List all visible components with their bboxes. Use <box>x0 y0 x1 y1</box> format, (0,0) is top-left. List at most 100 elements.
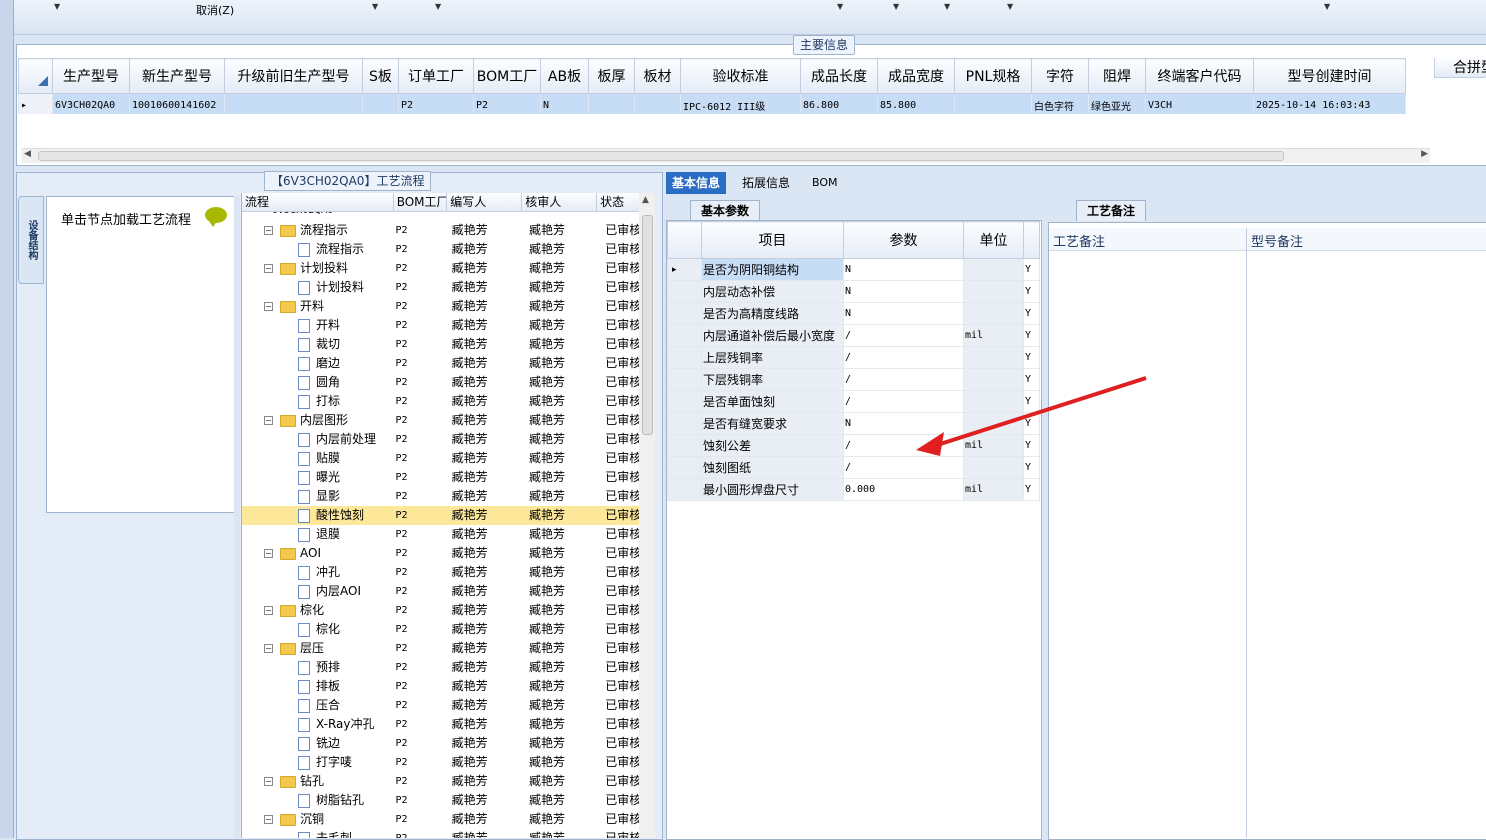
param-row[interactable]: 上层残铜率 / Y <box>667 346 1040 369</box>
col-writer[interactable]: 编写人 <box>447 193 523 211</box>
tree-node[interactable]: 棕化 <box>242 620 392 639</box>
row-header[interactable] <box>667 280 702 303</box>
tree-row[interactable]: 酸性蚀刻 P2 臧艳芳 臧艳芳 已审核 <box>242 506 640 525</box>
dropdown-arrow-icon[interactable]: ▼ <box>435 2 441 11</box>
table-cell[interactable] <box>224 93 363 114</box>
dropdown-arrow-icon[interactable]: ▼ <box>893 2 899 11</box>
col-item[interactable]: 项目 <box>701 221 844 259</box>
collapse-icon[interactable]: − <box>264 777 273 786</box>
param-row[interactable]: 是否为高精度线路 N Y <box>667 302 1040 325</box>
param-value[interactable]: 0.000 <box>843 478 964 501</box>
horizontal-scrollbar[interactable]: ◀ ▶ <box>22 148 1430 163</box>
row-header[interactable] <box>667 412 702 435</box>
tree-row[interactable]: − AOI P2 臧艳芳 臧艳芳 已审核 <box>242 544 640 563</box>
tree-row[interactable]: 树脂钻孔 P2 臧艳芳 臧艳芳 已审核 <box>242 791 640 810</box>
table-cell[interactable]: 2025-10-14 16:03:43 <box>1253 93 1406 114</box>
table-cell[interactable]: P2 <box>473 93 541 114</box>
col-header[interactable]: AB板 <box>540 58 589 94</box>
collapse-icon[interactable]: − <box>264 549 273 558</box>
tree-row[interactable]: 6V3CH02QA0 <box>242 212 640 221</box>
table-cell[interactable]: 6V3CH02QA0 <box>52 93 130 114</box>
scroll-up-icon[interactable]: ▲ <box>642 195 649 205</box>
tree-node[interactable]: 铣边 <box>242 734 392 753</box>
dropdown-arrow-icon[interactable]: ▼ <box>944 2 950 11</box>
tree-node[interactable]: 酸性蚀刻 <box>242 506 392 525</box>
col-header[interactable]: 生产型号 <box>52 58 130 94</box>
tree-row[interactable]: − 层压 P2 臧艳芳 臧艳芳 已审核 <box>242 639 640 658</box>
tree-node[interactable]: 内层AOI <box>242 582 392 601</box>
tree-row[interactable]: 冲孔 P2 臧艳芳 臧艳芳 已审核 <box>242 563 640 582</box>
row-header-corner[interactable] <box>18 58 53 94</box>
tree-node[interactable]: 裁切 <box>242 335 392 354</box>
dropdown-arrow-icon[interactable]: ▼ <box>54 2 60 11</box>
tree-node[interactable]: − 开料 <box>242 297 392 316</box>
tree-row[interactable]: 压合 P2 臧艳芳 臧艳芳 已审核 <box>242 696 640 715</box>
col-bom[interactable]: BOM工厂 <box>394 193 448 211</box>
tree-row[interactable]: 流程指示 P2 臧艳芳 臧艳芳 已审核 <box>242 240 640 259</box>
cancel-button[interactable]: 取消(Z) <box>196 2 234 18</box>
col-header[interactable]: 终端客户代码 <box>1145 58 1254 94</box>
param-value[interactable]: / <box>843 324 964 347</box>
tree-row[interactable]: 排板 P2 臧艳芳 臧艳芳 已审核 <box>242 677 640 696</box>
tree-node[interactable]: 曝光 <box>242 468 392 487</box>
scroll-thumb[interactable] <box>642 215 653 435</box>
table-cell[interactable]: 绿色亚光 <box>1088 93 1146 114</box>
dropdown-arrow-icon[interactable]: ▼ <box>1324 2 1330 11</box>
tree-row[interactable]: 退膜 P2 臧艳芳 臧艳芳 已审核 <box>242 525 640 544</box>
collapse-icon[interactable]: − <box>264 416 273 425</box>
tree-row[interactable]: 打标 P2 臧艳芳 臧艳芳 已审核 <box>242 392 640 411</box>
tree-node[interactable]: − 内层图形 <box>242 411 392 430</box>
table-cell[interactable]: 白色字符 <box>1031 93 1089 114</box>
col-checker[interactable]: 核审人 <box>522 193 598 211</box>
tree-node[interactable]: 磨边 <box>242 354 392 373</box>
col-header[interactable]: 字符 <box>1031 58 1089 94</box>
chat-bubble-icon[interactable] <box>205 207 227 227</box>
tree-node[interactable]: − 流程指示 <box>242 221 392 240</box>
row-header[interactable] <box>667 434 702 457</box>
col-flow[interactable]: 流程 <box>242 193 394 211</box>
tree-node[interactable]: − 层压 <box>242 639 392 658</box>
tree-node[interactable]: − 钻孔 <box>242 772 392 791</box>
tree-node[interactable]: X-Ray冲孔 <box>242 715 392 734</box>
tree-row[interactable]: 显影 P2 臧艳芳 臧艳芳 已审核 <box>242 487 640 506</box>
tree-row[interactable]: 裁切 P2 臧艳芳 臧艳芳 已审核 <box>242 335 640 354</box>
tree-node[interactable]: 打字唛 <box>242 753 392 772</box>
tab-process-notes[interactable]: 工艺备注 <box>1076 200 1147 221</box>
param-row[interactable]: 内层通道补偿后最小宽度 / mil Y <box>667 324 1040 347</box>
table-row[interactable]: ▸ 6V3CH02QA0 10010600141602 P2 P2 N IPC-6012 I… <box>18 93 1406 114</box>
tree-row[interactable]: 内层AOI P2 臧艳芳 臧艳芳 已审核 <box>242 582 640 601</box>
table-cell[interactable]: V3CH <box>1145 93 1254 114</box>
param-row[interactable]: 最小圆形焊盘尺寸 0.000 mil Y <box>667 478 1040 501</box>
param-value[interactable]: N <box>843 280 964 303</box>
tree-node[interactable]: 流程指示 <box>242 240 392 259</box>
col-header[interactable]: 阻焊 <box>1088 58 1146 94</box>
row-header[interactable] <box>667 456 702 479</box>
tree-row[interactable]: 内层前处理 P2 臧艳芳 臧艳芳 已审核 <box>242 430 640 449</box>
scroll-right-icon[interactable]: ▶ <box>1421 149 1428 159</box>
param-value[interactable]: / <box>843 346 964 369</box>
table-cell[interactable] <box>588 93 635 114</box>
row-header[interactable] <box>667 478 702 501</box>
param-value[interactable]: N <box>843 302 964 325</box>
tree-node[interactable]: − 沉铜 <box>242 810 392 829</box>
tree-node[interactable]: 去毛刺 <box>242 829 392 838</box>
row-header-corner[interactable] <box>667 221 702 259</box>
tree-row[interactable]: 铣边 P2 臧艳芳 臧艳芳 已审核 <box>242 734 640 753</box>
row-indicator-icon[interactable]: ▸ <box>667 258 702 281</box>
table-cell[interactable] <box>362 93 399 114</box>
table-cell[interactable]: 86.800 <box>800 93 878 114</box>
tree-row[interactable]: − 开料 P2 臧艳芳 臧艳芳 已审核 <box>242 297 640 316</box>
tree-node[interactable]: − 棕化 <box>242 601 392 620</box>
tree-node[interactable]: 预排 <box>242 658 392 677</box>
tab-extended-info[interactable]: 拓展信息 <box>736 172 796 194</box>
tree-node[interactable]: 压合 <box>242 696 392 715</box>
col-unit[interactable]: 单位 <box>963 221 1024 259</box>
tree-node[interactable]: − AOI <box>242 544 392 563</box>
dropdown-arrow-icon[interactable]: ▼ <box>837 2 843 11</box>
col-header[interactable]: 升级前旧生产型号 <box>224 58 363 94</box>
tree-node[interactable]: 退膜 <box>242 525 392 544</box>
dropdown-arrow-icon[interactable]: ▼ <box>1007 2 1013 11</box>
tree-node[interactable]: 冲孔 <box>242 563 392 582</box>
col-header[interactable]: 成品长度 <box>800 58 878 94</box>
tab-basic-params[interactable]: 基本参数 <box>690 200 761 221</box>
